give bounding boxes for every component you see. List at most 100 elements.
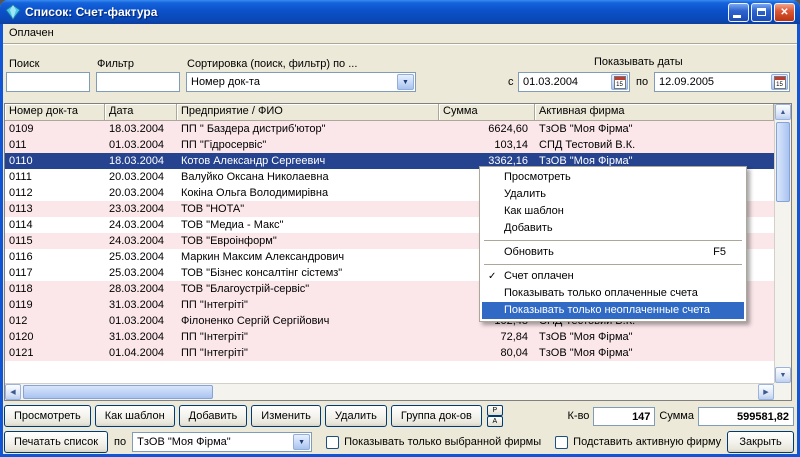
table-row[interactable]: 010918.03.2004ПП " Баздера дистриб'ютор"…	[5, 121, 774, 137]
context-menu-item[interactable]: Просмотреть	[482, 169, 744, 186]
close-window-button[interactable]: ✕	[774, 3, 795, 22]
date-to-field[interactable]: 12.09.2005 15	[654, 72, 790, 92]
sum-label: Сумма	[659, 410, 694, 422]
horizontal-scroll-thumb[interactable]	[23, 385, 213, 399]
cell-name: Філоненко Сергій Сергійович	[177, 313, 439, 329]
cell-sum: 103,14	[439, 137, 535, 153]
horizontal-scroll-track[interactable]	[21, 384, 758, 400]
titlebar[interactable]: Список: Счет-фактура ✕	[0, 0, 800, 24]
chevron-down-icon[interactable]: ▼	[293, 434, 310, 450]
table-row[interactable]: 012101.04.2004ПП "Інтегріті"80,04ТзОВ "М…	[5, 345, 774, 361]
filter-label: Фильтр	[97, 58, 134, 70]
menu-separator	[484, 264, 742, 265]
maximize-icon	[757, 8, 766, 16]
action-button[interactable]: Удалить	[325, 405, 387, 427]
search-field-wrap	[6, 72, 90, 92]
cell-firm: ТзОВ "Моя Фірма"	[535, 329, 774, 345]
menu-item-paid[interactable]: Оплачен	[3, 25, 60, 41]
action-button[interactable]: Просмотреть	[4, 405, 91, 427]
cell-num: 0115	[5, 233, 105, 249]
action-button[interactable]: Добавить	[179, 405, 248, 427]
cell-num: 0117	[5, 265, 105, 281]
cell-num: 0121	[5, 345, 105, 361]
table-row[interactable]: 012031.03.2004ПП "Інтегріті"72,84ТзОВ "М…	[5, 329, 774, 345]
search-input[interactable]	[7, 73, 89, 91]
window: Список: Счет-фактура ✕ Оплачен Поиск Фил…	[0, 0, 800, 457]
vertical-scroll-thumb[interactable]	[776, 122, 790, 202]
context-menu-item[interactable]: Показывать только оплаченные счета	[482, 285, 744, 302]
count-value: 147	[593, 407, 655, 426]
small-buttons: РА	[487, 405, 503, 427]
action-button[interactable]: Группа док-ов	[391, 405, 482, 427]
action-button[interactable]: Изменить	[251, 405, 321, 427]
firm-select[interactable]: ТзОВ "Моя Фірма" ▼	[132, 432, 312, 452]
cell-date: 31.03.2004	[105, 297, 177, 313]
vertical-scroll-track[interactable]	[775, 120, 791, 367]
context-menu-item[interactable]: ОбновитьF5	[482, 244, 744, 261]
context-menu-item[interactable]: Как шаблон	[482, 203, 744, 220]
cell-date: 01.04.2004	[105, 345, 177, 361]
vertical-scrollbar[interactable]: ▲ ▼	[774, 104, 791, 383]
cell-firm: ТзОВ "Моя Фірма"	[535, 121, 774, 137]
column-header-date[interactable]: Дата	[105, 104, 177, 121]
menu-item-label: Показывать только оплаченные счета	[504, 287, 698, 299]
date-from-field[interactable]: 01.03.2004 15	[518, 72, 630, 92]
close-button[interactable]: Закрыть	[727, 431, 794, 453]
cell-num: 012	[5, 313, 105, 329]
cell-name: ПП "Інтегріті"	[177, 297, 439, 313]
cell-name: Кокіна Ольга Володимирівна	[177, 185, 439, 201]
cell-num: 0119	[5, 297, 105, 313]
cell-date: 23.03.2004	[105, 201, 177, 217]
cell-date: 20.03.2004	[105, 185, 177, 201]
chevron-down-icon[interactable]: ▼	[397, 74, 414, 90]
only-selected-firm-label: Показывать только выбранной фирмы	[344, 436, 541, 448]
cell-date: 24.03.2004	[105, 233, 177, 249]
cell-date: 20.03.2004	[105, 169, 177, 185]
table-row[interactable]: 01101.03.2004ПП "Гідросервіс"103,14СПД Т…	[5, 137, 774, 153]
context-menu-item[interactable]: Удалить	[482, 186, 744, 203]
context-menu: ПросмотретьУдалить Как шаблон Добавить Обно…	[479, 166, 747, 322]
context-menu-item[interactable]: Добавить	[482, 220, 744, 237]
column-header-sum[interactable]: Сумма	[439, 104, 535, 121]
scroll-right-icon[interactable]: ▶	[758, 384, 774, 400]
minimize-button[interactable]	[728, 3, 749, 22]
scroll-left-icon[interactable]: ◀	[5, 384, 21, 400]
cell-name: ПП "Гідросервіс"	[177, 137, 439, 153]
sort-select[interactable]: Номер док-та ▼	[186, 72, 416, 92]
maximize-button[interactable]	[751, 3, 772, 22]
only-selected-firm-option[interactable]: Показывать только выбранной фирмы	[326, 436, 541, 449]
scroll-up-icon[interactable]: ▲	[775, 104, 791, 120]
menu-shortcut: F5	[713, 244, 726, 261]
only-selected-firm-checkbox[interactable]	[326, 436, 339, 449]
horizontal-scrollbar[interactable]: ◀ ▶	[5, 383, 774, 400]
cell-num: 0111	[5, 169, 105, 185]
filter-input[interactable]	[97, 73, 179, 91]
cell-date: 18.03.2004	[105, 153, 177, 169]
substitute-active-firm-checkbox[interactable]	[555, 436, 568, 449]
cell-name: ПП "Інтегріті"	[177, 329, 439, 345]
footer-bar: Печатать список по ТзОВ "Моя Фірма" ▼ По…	[4, 431, 794, 453]
calendar-icon[interactable]: 15	[611, 74, 628, 90]
action-button[interactable]: Как шаблон	[95, 405, 175, 427]
small-toggle-button[interactable]: А	[487, 416, 503, 427]
context-menu-item[interactable]: ✓Счет оплачен	[482, 268, 744, 285]
cell-date: 01.03.2004	[105, 313, 177, 329]
column-header-firm[interactable]: Активная фирма	[535, 104, 774, 121]
by-label: по	[114, 436, 126, 448]
column-header-name[interactable]: Предприятие / ФИО	[177, 104, 439, 121]
cell-date: 01.03.2004	[105, 137, 177, 153]
substitute-active-firm-option[interactable]: Подставить активную фирму	[555, 436, 721, 449]
print-list-button[interactable]: Печатать список	[4, 431, 108, 453]
cell-date: 24.03.2004	[105, 217, 177, 233]
cell-name: ТОВ "Бізнес консалтінг сістемз"	[177, 265, 439, 281]
date-from-label: с	[508, 76, 514, 88]
calendar-icon[interactable]: 15	[771, 74, 788, 90]
context-menu-item[interactable]: Показывать только неоплаченные счета	[482, 302, 744, 319]
menu-item-label: Как шаблон	[504, 205, 564, 217]
date-to-label: по	[636, 76, 648, 88]
substitute-active-firm-label: Подставить активную фирму	[573, 436, 721, 448]
small-toggle-button[interactable]: Р	[487, 405, 503, 416]
column-header-num[interactable]: Номер док-та	[5, 104, 105, 121]
scroll-down-icon[interactable]: ▼	[775, 367, 791, 383]
cell-name: Котов Александр Сергеевич	[177, 153, 439, 169]
